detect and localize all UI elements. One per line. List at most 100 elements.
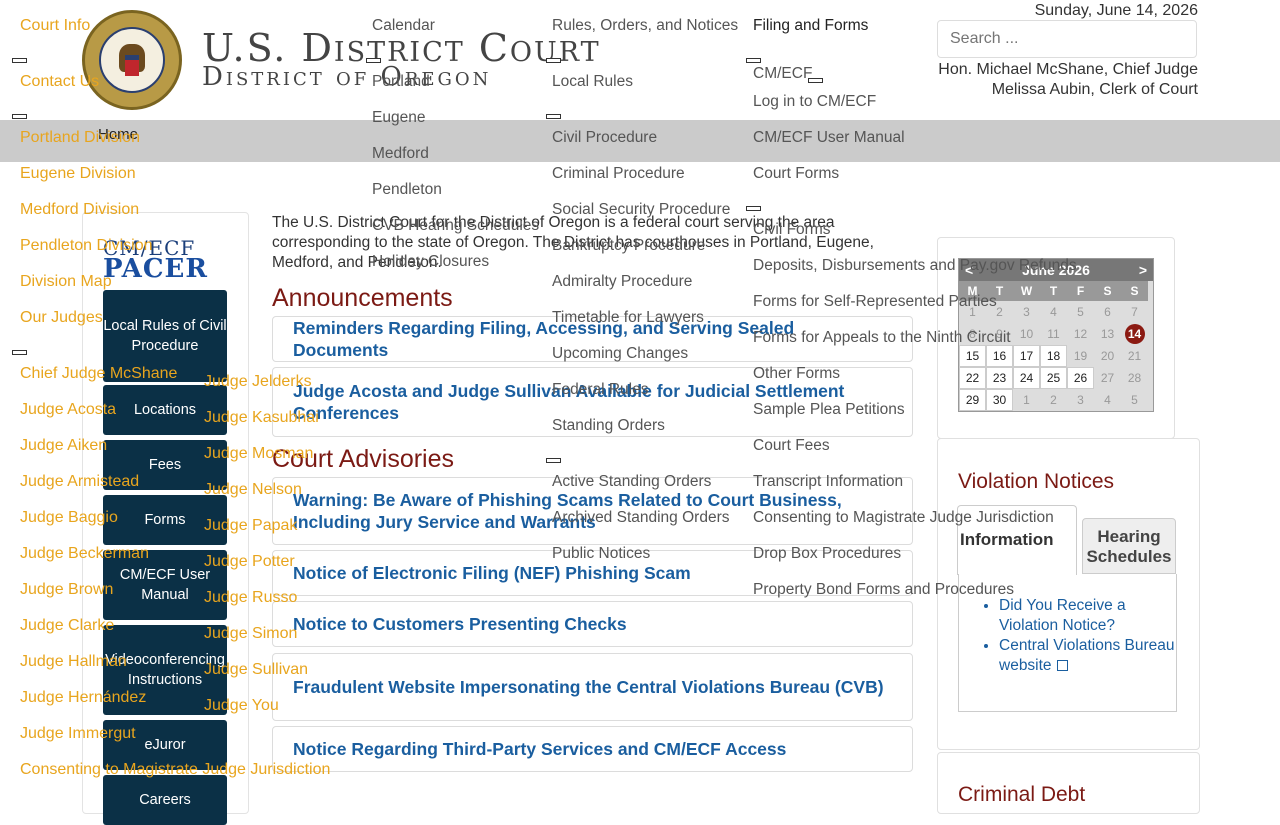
menu-link[interactable]: Deposits, Disbursements and Pay.gov Refu… (753, 257, 1077, 275)
menu-link[interactable]: Criminal Procedure (552, 165, 685, 183)
menu-link[interactable]: CVB Hearing Schedules (372, 217, 539, 235)
advisory-link[interactable]: Notice to Customers Presenting Checks (293, 613, 627, 635)
calendar-day[interactable]: 26 (1067, 367, 1094, 389)
calendar-day[interactable]: 29 (959, 389, 986, 411)
calendar-day[interactable]: 2 (1040, 389, 1067, 411)
menu-link[interactable]: Medford (372, 145, 429, 163)
advisory-link[interactable]: Notice of Electronic Filing (NEF) Phishi… (293, 562, 691, 584)
menu-link[interactable]: Transcript Information (753, 473, 903, 491)
menu-link[interactable]: Judge Sullivan (204, 661, 308, 679)
calendar-day[interactable]: 20 (1094, 345, 1121, 367)
menu-link[interactable]: Judge Hallman (20, 653, 127, 671)
menu-link[interactable]: Judge Beckerman (20, 545, 149, 563)
menu-toggle-icon[interactable] (546, 114, 561, 119)
calendar-day[interactable]: 22 (959, 367, 986, 389)
menu-link[interactable]: Other Forms (753, 365, 840, 383)
calendar-day[interactable]: 27 (1094, 367, 1121, 389)
menu-link[interactable]: Public Notices (552, 545, 650, 563)
tab-hearing-schedules[interactable]: Hearing Schedules (1082, 518, 1176, 574)
menu-link[interactable]: Judge Jelderks (204, 373, 312, 391)
calendar-day[interactable]: 11 (1040, 323, 1067, 345)
calendar-day[interactable]: 21 (1121, 345, 1148, 367)
menu-link[interactable]: Medford Division (20, 201, 139, 219)
menu-toggle-icon[interactable] (746, 206, 761, 211)
menu-link[interactable]: Judge Nelson (204, 481, 302, 499)
menu-link[interactable]: Archived Standing Orders (552, 509, 729, 527)
calendar-day[interactable]: 1 (1013, 389, 1040, 411)
calendar-day[interactable]: 25 (1040, 367, 1067, 389)
calendar-day[interactable]: 7 (1121, 301, 1148, 323)
violation-notice-link[interactable]: Did You Receive a Violation Notice? (999, 597, 1126, 634)
calendar-day[interactable]: 14 (1121, 323, 1148, 345)
menu-link[interactable]: Consenting to Magistrate Judge Jurisdict… (753, 509, 1054, 527)
calendar-day[interactable]: 16 (986, 345, 1013, 367)
menu-link[interactable]: Court Forms (753, 165, 839, 183)
menu-link[interactable]: Holiday Closures (372, 253, 489, 271)
calendar-day[interactable]: 24 (1013, 367, 1040, 389)
menu-link[interactable]: CM/ECF User Manual (753, 129, 905, 147)
menu-link[interactable]: Judge Armistead (20, 473, 139, 491)
menu-link[interactable]: Forms for Self-Represented Parties (753, 293, 997, 311)
menu-link[interactable]: Local Rules (552, 73, 633, 91)
menu-toggle-icon[interactable] (12, 58, 27, 63)
calendar-day[interactable]: 5 (1067, 301, 1094, 323)
menu-link[interactable]: Chief Judge McShane (20, 365, 177, 383)
menu-link[interactable]: Admiralty Procedure (552, 273, 692, 291)
news-card[interactable]: Notice Regarding Third-Party Services an… (272, 726, 913, 772)
menu-link[interactable]: Division Map (20, 273, 112, 291)
menu-link[interactable]: Portland (372, 73, 430, 91)
advisory-link[interactable]: Notice Regarding Third-Party Services an… (293, 738, 786, 760)
menu-link[interactable]: Log in to CM/ECF (753, 93, 876, 111)
calendar-day[interactable]: 23 (986, 367, 1013, 389)
calendar-day[interactable]: 3 (1013, 301, 1040, 323)
menu-link[interactable]: Forms for Appeals to the Ninth Circuit (753, 329, 1011, 347)
menu-link[interactable]: Judge Russo (204, 589, 297, 607)
menu-toggle-icon[interactable] (746, 58, 761, 63)
news-card[interactable]: Notice to Customers Presenting Checks (272, 601, 913, 647)
menu-link[interactable]: Judge Baggio (20, 509, 118, 527)
calendar-day[interactable]: 30 (986, 389, 1013, 411)
menu-link[interactable]: CM/ECF (753, 65, 812, 83)
menu-link[interactable]: Our Judges (20, 309, 103, 327)
menu-link[interactable]: Consenting to Magistrate Judge Jurisdict… (20, 761, 330, 779)
menu-link[interactable]: Judge Acosta (20, 401, 116, 419)
menu-link[interactable]: Judge Aiken (20, 437, 107, 455)
menu-link[interactable]: Judge Brown (20, 581, 113, 599)
calendar-day[interactable]: 15 (959, 345, 986, 367)
menu-link[interactable]: Federal Rules (552, 381, 649, 399)
menu-link[interactable]: Judge Simon (204, 625, 297, 643)
menu-link[interactable]: Pendleton (372, 181, 442, 199)
menu-toggle-icon[interactable] (366, 58, 381, 63)
menu-link[interactable]: Bankruptcy Procedure (552, 237, 705, 255)
menu-toggle-icon[interactable] (12, 350, 27, 355)
calendar-day[interactable]: 18 (1040, 345, 1067, 367)
menu-link[interactable]: Eugene (372, 109, 425, 127)
calendar-day[interactable]: 6 (1094, 301, 1121, 323)
menu-link[interactable]: Contact Us (20, 73, 99, 91)
menu-link[interactable]: Drop Box Procedures (753, 545, 901, 563)
menu-link[interactable]: Judge You (204, 697, 279, 715)
menu-toggle-icon[interactable] (12, 114, 27, 119)
menu-link[interactable]: Judge Clarke (20, 617, 114, 635)
menu-toggle-icon[interactable] (546, 458, 561, 463)
menu-link[interactable]: Sample Plea Petitions (753, 401, 905, 419)
cvb-website-link[interactable]: Central Violations Bureau website (999, 637, 1175, 674)
menu-link[interactable]: Judge Papak (204, 517, 297, 535)
news-card[interactable]: Fraudulent Website Impersonating the Cen… (272, 653, 913, 721)
menu-toggle-icon[interactable] (546, 58, 561, 63)
menu-toggle-icon[interactable] (808, 78, 823, 83)
calendar-day[interactable]: 3 (1067, 389, 1094, 411)
advisory-link[interactable]: Fraudulent Website Impersonating the Cen… (293, 676, 884, 698)
menu-link[interactable]: Court Fees (753, 437, 830, 455)
menu-link[interactable]: Filing and Forms (753, 17, 868, 35)
calendar-day[interactable]: 12 (1067, 323, 1094, 345)
menu-link[interactable]: Judge Immergut (20, 725, 136, 743)
court-seal-logo[interactable] (82, 10, 182, 110)
menu-link[interactable]: Property Bond Forms and Procedures (753, 581, 1014, 599)
menu-link[interactable]: Eugene Division (20, 165, 136, 183)
calendar-next-button[interactable]: > (1139, 262, 1147, 278)
menu-link[interactable]: Active Standing Orders (552, 473, 711, 491)
menu-link[interactable]: Timetable for Lawyers (552, 309, 704, 327)
menu-link[interactable]: Upcoming Changes (552, 345, 688, 363)
menu-link[interactable]: Court Info (20, 17, 90, 35)
